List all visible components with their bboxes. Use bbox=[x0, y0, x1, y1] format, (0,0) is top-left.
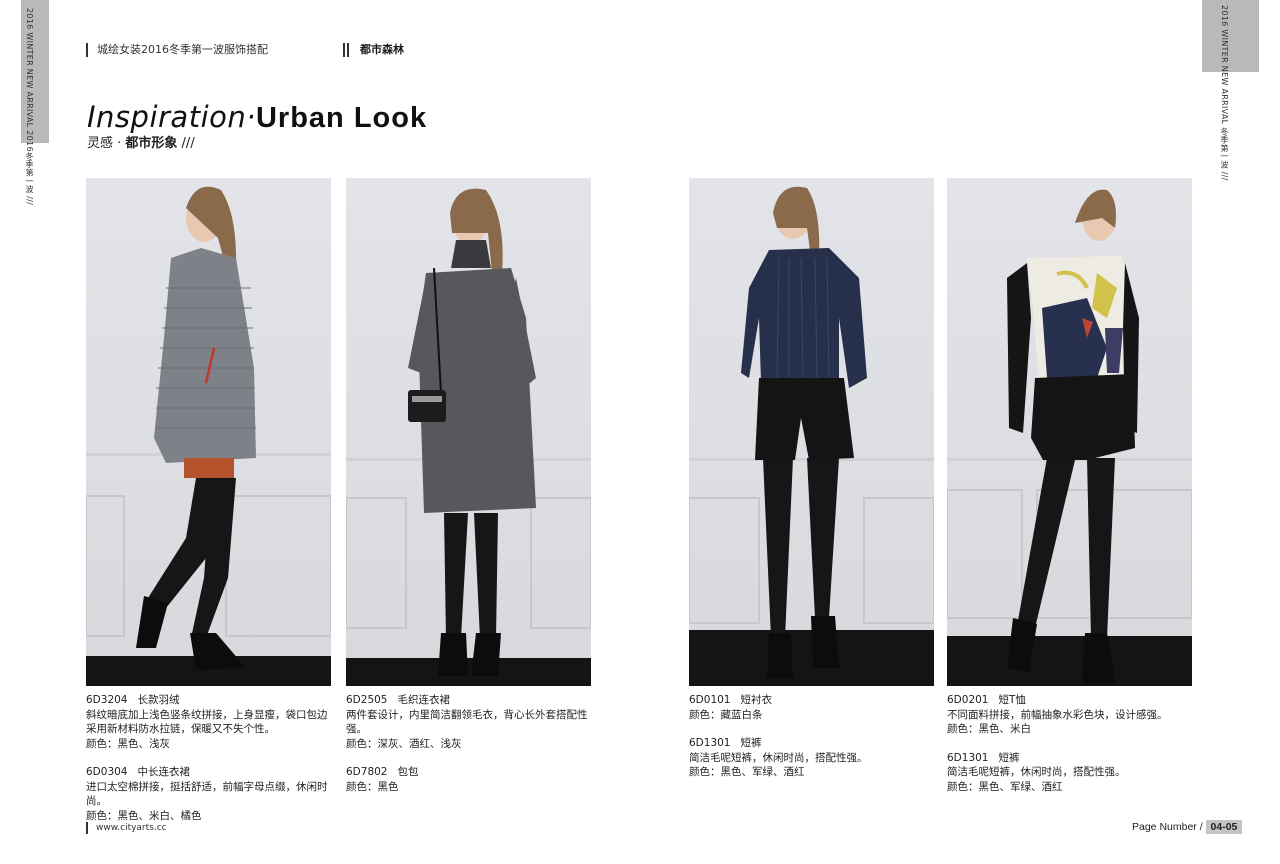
product-code-line: 6D1301 短裤 bbox=[947, 751, 1197, 766]
product-code: 6D0101 bbox=[689, 694, 731, 706]
product-entry: 6D1301 短裤 简洁毛呢短裤，休闲时尚，搭配性强。 颜色：黑色、军绿、酒红 bbox=[689, 736, 939, 780]
look-illustration-3 bbox=[689, 186, 934, 686]
product-name: 短裤 bbox=[998, 751, 1020, 764]
side-tab-right-text: 2016 WINTER NEW ARRIVAL 冬季第一波 /// bbox=[1220, 5, 1229, 181]
product-detail: 进口太空棉拼接，挺括舒适，前幅字母点缀，休闲时尚。 bbox=[86, 780, 328, 808]
look-photo-2 bbox=[346, 178, 591, 686]
side-tab-left: 2016 WINTER NEW ARRIVAL 2016冬季第一波 /// bbox=[21, 0, 49, 205]
title-light: Inspiration· bbox=[87, 100, 256, 134]
product-code: 6D0304 bbox=[86, 766, 128, 778]
product-colors: 颜色：深灰、酒红、浅灰 bbox=[346, 737, 462, 750]
page-subtitle: 灵感 · 都市形象 /// bbox=[87, 136, 195, 152]
look-desc-1: 6D3204 长款羽绒 斜纹暗底加上浅色竖条纹拼接，上身显瘦，袋口包边采用新材料… bbox=[86, 693, 336, 837]
subtitle-light: 灵感 · bbox=[87, 136, 126, 151]
side-tab-left-text: 2016 WINTER NEW ARRIVAL 2016冬季第一波 /// bbox=[25, 8, 34, 206]
product-entry: 6D1301 短裤 简洁毛呢短裤，休闲时尚，搭配性强。 颜色：黑色、军绿、酒红 bbox=[947, 751, 1197, 795]
look-photo-1 bbox=[86, 178, 331, 686]
product-code-line: 6D3204 长款羽绒 bbox=[86, 693, 336, 708]
look-illustration-4 bbox=[947, 189, 1192, 686]
product-entry: 6D3204 长款羽绒 斜纹暗底加上浅色竖条纹拼接，上身显瘦，袋口包边采用新材料… bbox=[86, 693, 336, 751]
product-colors: 颜色：黑色、米白、橘色 bbox=[86, 809, 202, 822]
section-name: 都市森林 bbox=[360, 43, 404, 56]
website-link[interactable]: www.cityarts.cc bbox=[96, 822, 167, 834]
product-entry: 6D7802 包包 颜色：黑色 bbox=[346, 765, 596, 794]
product-code-line: 6D1301 短裤 bbox=[689, 736, 939, 751]
product-code: 6D7802 bbox=[346, 766, 388, 778]
product-colors: 颜色：黑色、军绿、酒红 bbox=[689, 766, 805, 778]
header-divider bbox=[86, 43, 88, 57]
product-detail: 斜纹暗底加上浅色竖条纹拼接，上身显瘦，袋口包边采用新材料防水拉链，保暖又不失个性… bbox=[86, 708, 328, 736]
product-entry: 6D0101 短衬衣 颜色：藏蓝白条 bbox=[689, 693, 939, 722]
look-desc-4: 6D0201 短T恤 不同面料拼接，前幅抽象水彩色块，设计感强。 颜色：黑色、米… bbox=[947, 693, 1197, 808]
product-code: 6D3204 bbox=[86, 694, 128, 706]
look-photo-3 bbox=[689, 178, 934, 686]
footer-divider bbox=[86, 822, 88, 834]
side-tab-right: 2016 WINTER NEW ARRIVAL 冬季第一波 /// bbox=[1202, 0, 1259, 181]
page-number-label: Page Number / bbox=[1132, 821, 1203, 833]
page-number: Page Number / 04-05 bbox=[1132, 820, 1243, 834]
product-code-line: 6D2505 毛织连衣裙 bbox=[346, 693, 596, 708]
product-entry: 6D0304 中长连衣裙 进口太空棉拼接，挺括舒适，前幅字母点缀，休闲时尚。 颜… bbox=[86, 765, 336, 823]
product-colors: 颜色：黑色、军绿、酒红 bbox=[947, 780, 1063, 793]
section-divider bbox=[343, 43, 345, 57]
look-illustration-1 bbox=[86, 186, 331, 686]
product-name: 短T恤 bbox=[998, 694, 1026, 706]
product-detail: 简洁毛呢短裤，休闲时尚，搭配性强。 bbox=[689, 751, 868, 764]
look-photo-4 bbox=[947, 178, 1192, 686]
product-detail: 简洁毛呢短裤，休闲时尚，搭配性强。 bbox=[947, 766, 1126, 778]
subtitle-bold: 都市形象 bbox=[125, 136, 178, 151]
page-number-range: 04-05 bbox=[1205, 820, 1243, 834]
look-illustration-2 bbox=[346, 188, 591, 686]
product-colors: 颜色：藏蓝白条 bbox=[689, 708, 763, 721]
product-code-line: 6D7802 包包 bbox=[346, 765, 596, 780]
product-name: 中长连衣裙 bbox=[137, 766, 191, 778]
product-code: 6D1301 bbox=[689, 737, 731, 749]
product-code: 6D1301 bbox=[947, 751, 989, 764]
product-colors: 颜色：黑色 bbox=[346, 780, 399, 793]
product-code-line: 6D0201 短T恤 bbox=[947, 693, 1197, 708]
product-name: 短裤 bbox=[740, 737, 762, 749]
product-name: 长款羽绒 bbox=[137, 694, 180, 706]
look-desc-2: 6D2505 毛织连衣裙 两件套设计，内里简洁翻领毛衣，背心长外套搭配性强。 颜… bbox=[346, 693, 596, 808]
title-bold: Urban Look bbox=[255, 102, 428, 134]
page-title: Inspiration·Urban Look bbox=[87, 99, 427, 136]
product-name: 毛织连衣裙 bbox=[397, 694, 451, 706]
subtitle-suffix: /// bbox=[177, 136, 195, 151]
look-desc-3: 6D0101 短衬衣 颜色：藏蓝白条 6D1301 短裤 简洁毛呢短裤，休闲时尚… bbox=[689, 693, 939, 794]
product-code-line: 6D0304 中长连衣裙 bbox=[86, 765, 336, 780]
header-title: 城绘女装2016冬季第一波服饰搭配 bbox=[97, 43, 268, 56]
product-entry: 6D0201 短T恤 不同面料拼接，前幅抽象水彩色块，设计感强。 颜色：黑色、米… bbox=[947, 693, 1197, 737]
product-colors: 颜色：黑色、浅灰 bbox=[86, 737, 170, 750]
product-detail: 不同面料拼接，前幅抽象水彩色块，设计感强。 bbox=[947, 708, 1168, 721]
product-colors: 颜色：黑色、米白 bbox=[947, 723, 1031, 735]
product-name: 短衬衣 bbox=[740, 694, 773, 706]
product-code-line: 6D0101 短衬衣 bbox=[689, 693, 939, 708]
section-divider-2 bbox=[347, 43, 349, 57]
product-entry: 6D2505 毛织连衣裙 两件套设计，内里简洁翻领毛衣，背心长外套搭配性强。 颜… bbox=[346, 693, 596, 751]
product-code: 6D0201 bbox=[947, 694, 989, 706]
product-code: 6D2505 bbox=[346, 694, 388, 706]
product-detail: 两件套设计，内里简洁翻领毛衣，背心长外套搭配性强。 bbox=[346, 708, 588, 736]
product-name: 包包 bbox=[397, 766, 419, 778]
